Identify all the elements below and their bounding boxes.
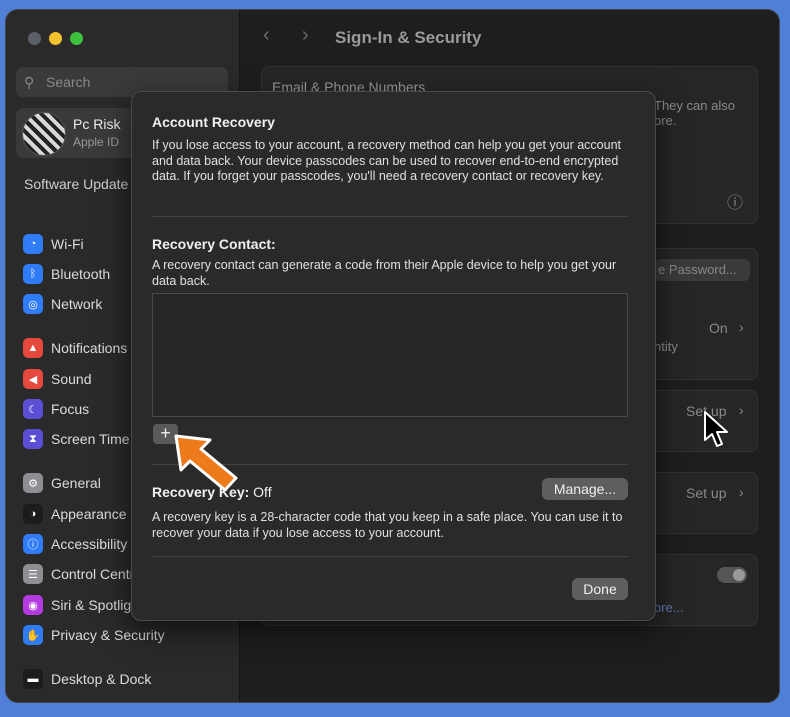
hand-icon: ✋ [23, 625, 43, 645]
sidebar-item-label: Sound [51, 371, 92, 387]
accessibility-icon: ⓘ [23, 534, 43, 554]
close-window-button[interactable] [28, 32, 41, 45]
two-factor-description: ntity [654, 339, 678, 354]
two-factor-status: On [709, 320, 728, 336]
learn-more-link[interactable]: ore... [654, 600, 684, 615]
email-description-line2: ore. [654, 113, 677, 128]
back-arrow-icon[interactable]: ‹ [263, 24, 270, 47]
account-subtitle: Apple ID [73, 135, 120, 149]
sidebar-item-network[interactable]: ◎ Network [23, 293, 102, 315]
control-centre-icon: ☰ [23, 564, 43, 584]
account-name: Pc Risk [73, 116, 121, 132]
sidebar-item-label: Screen Time [51, 431, 130, 447]
sidebar-item-label: Wi-Fi [51, 236, 84, 252]
dock-icon: ▬ [23, 669, 43, 689]
email-description-line1: They can also [654, 98, 735, 113]
sidebar-item-desktop-dock[interactable]: ▬ Desktop & Dock [23, 668, 151, 690]
sidebar-item-label: Appearance [51, 506, 127, 522]
speaker-icon: ◀ [23, 369, 43, 389]
done-button[interactable]: Done [572, 578, 628, 600]
sidebar-item-screen-time[interactable]: ⧗ Screen Time [23, 428, 130, 450]
sidebar-item-privacy-security[interactable]: ✋ Privacy & Security [23, 624, 165, 646]
forward-arrow-icon[interactable]: › [302, 24, 309, 47]
appearance-icon: ◑ [23, 504, 43, 524]
sidebar-item-label: Network [51, 296, 103, 312]
sidebar-item-label: Accessibility [51, 536, 128, 552]
avatar [22, 112, 66, 156]
chevron-right-icon[interactable]: › [739, 402, 744, 418]
sidebar-item-control-centre[interactable]: ☰ Control Centre [23, 563, 142, 585]
sidebar-item-accessibility[interactable]: ⓘ Accessibility [23, 533, 127, 555]
chevron-right-icon[interactable]: › [739, 319, 744, 335]
sidebar-item-label: Notifications [51, 340, 128, 356]
wifi-icon: ◔ [23, 234, 43, 254]
chevron-right-icon[interactable]: › [739, 484, 744, 500]
sidebar-item-bluetooth[interactable]: ᛒ Bluetooth [23, 263, 110, 285]
search-icon: ⚲ [24, 74, 35, 90]
sidebar-item-label: Focus [51, 401, 90, 417]
divider [152, 556, 628, 557]
recovery-key-value: Off [253, 484, 272, 500]
dialog-title: Account Recovery [152, 114, 275, 130]
divider [152, 216, 628, 217]
dialog-intro-text: If you lose access to your account, a re… [152, 138, 622, 183]
zoom-window-button[interactable] [70, 32, 83, 45]
recovery-contact-list[interactable] [152, 293, 628, 417]
mouse-pointer-icon [704, 411, 728, 447]
sidebar-item-label: Siri & Spotlight [51, 597, 143, 613]
minimize-window-button[interactable] [49, 32, 62, 45]
sidebar-item-label: General [51, 475, 101, 491]
sidebar-item-label: Control Centre [51, 566, 143, 582]
search-placeholder: Search [46, 74, 91, 90]
recovery-contact-description: A recovery contact can generate a code f… [152, 258, 617, 288]
sidebar-item-label: Privacy & Security [51, 627, 165, 643]
bell-icon: ▲ [23, 338, 43, 358]
change-password-button[interactable]: e Password... [654, 259, 750, 281]
sidebar-item-general[interactable]: ⚙ General [23, 472, 101, 494]
sidebar-item-label: Desktop & Dock [51, 671, 152, 687]
recovery-contact-heading: Recovery Contact: [152, 236, 276, 252]
info-icon[interactable]: ⓘ [727, 189, 743, 213]
protection-toggle[interactable] [717, 567, 747, 583]
moon-icon: ☾ [23, 399, 43, 419]
sidebar-item-appearance[interactable]: ◑ Appearance [23, 503, 127, 525]
page-title: Sign-In & Security [335, 28, 482, 47]
globe-icon: ◎ [23, 294, 43, 314]
sidebar-item-label: Bluetooth [51, 266, 111, 282]
sidebar-item-notifications[interactable]: ▲ Notifications [23, 337, 127, 359]
sidebar-item-siri-spotlight[interactable]: ◉ Siri & Spotlight [23, 594, 143, 616]
siri-icon: ◉ [23, 595, 43, 615]
bluetooth-icon: ᛒ [23, 264, 43, 284]
sidebar-item-sound[interactable]: ◀ Sound [23, 368, 91, 390]
sidebar-item-focus[interactable]: ☾ Focus [23, 398, 89, 420]
manage-recovery-key-button[interactable]: Manage... [542, 478, 628, 500]
account-recovery-dialog: Account Recovery If you lose access to y… [131, 91, 656, 621]
hourglass-icon: ⧗ [23, 429, 43, 449]
orange-arrow-icon [174, 434, 238, 492]
setup-link-2[interactable]: Set up [686, 485, 726, 501]
recovery-key-description: A recovery key is a 28-character code th… [152, 510, 623, 540]
sidebar-item-wi-fi[interactable]: ◔ Wi-Fi [23, 233, 84, 255]
gear-icon: ⚙ [23, 473, 43, 493]
